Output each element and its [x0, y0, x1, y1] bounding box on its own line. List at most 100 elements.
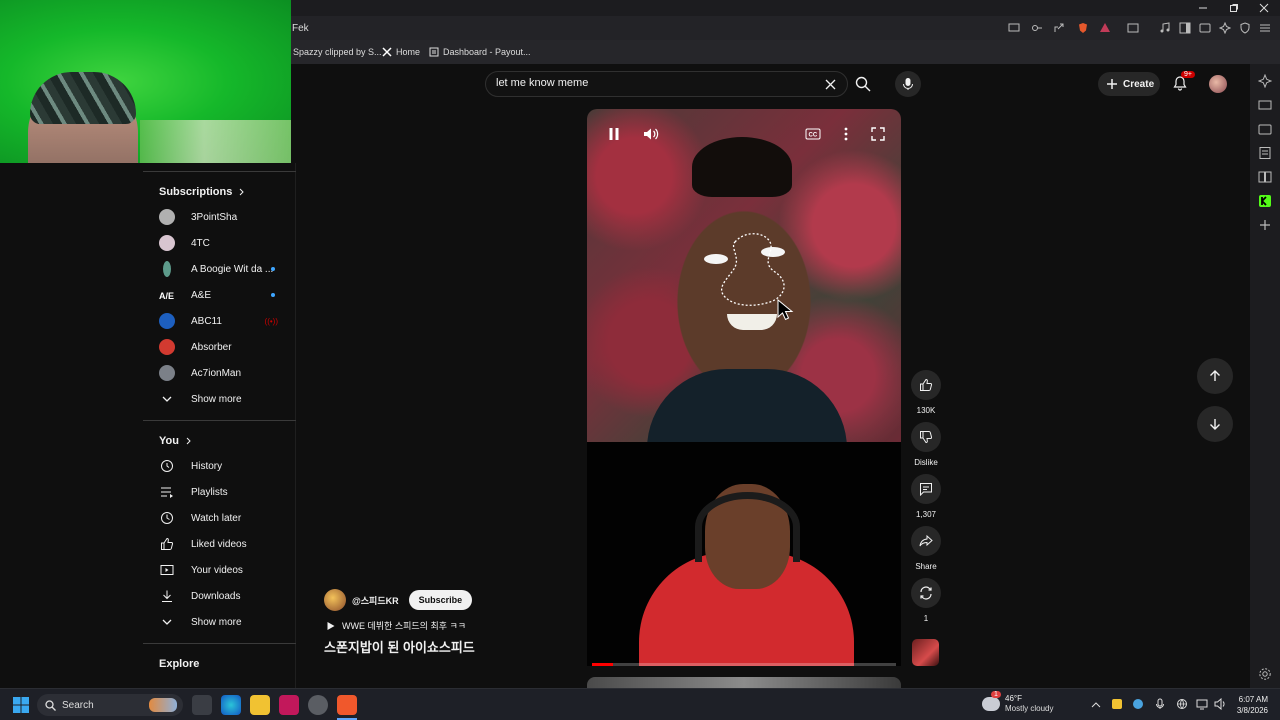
ae-logo-icon: A/E [159, 291, 174, 301]
fullscreen-button[interactable] [867, 123, 889, 145]
sidebar-channel-4tc[interactable]: 4TC [159, 230, 295, 256]
edge-browser-icon[interactable] [221, 695, 241, 715]
history-icon [161, 460, 173, 472]
notifications-button[interactable]: 9+ [1172, 71, 1195, 93]
windows-start-icon[interactable] [13, 697, 29, 713]
weather-widget[interactable]: 1 46°F Mostly cloudy [982, 691, 1054, 714]
restore-icon[interactable] [1229, 3, 1239, 13]
minimize-icon[interactable] [1198, 3, 1208, 13]
obs-icon[interactable] [308, 695, 328, 715]
you-header[interactable]: You [159, 435, 295, 447]
next-short-button[interactable] [1197, 406, 1233, 442]
reading-list-icon[interactable] [1258, 170, 1272, 184]
sidebar-channel-a-boogie[interactable]: A Boogie Wit da ... [159, 256, 295, 282]
sidebar-item-playlists[interactable]: Playlists [159, 479, 295, 505]
previous-short-button[interactable] [1197, 358, 1233, 394]
avatar[interactable] [1209, 75, 1227, 93]
sidebar-channel-3pointsha[interactable]: 3PointSha [159, 204, 295, 230]
kick-logo-icon[interactable] [1258, 194, 1272, 208]
video-progress-bar[interactable] [592, 663, 896, 666]
app-icon[interactable] [279, 695, 299, 715]
next-short-preview[interactable] [587, 677, 901, 688]
comments-button[interactable]: 1,307 [909, 474, 943, 519]
dislike-button[interactable]: Dislike [909, 422, 943, 467]
brave-rewards-icon[interactable] [1099, 22, 1111, 34]
bookmark-item[interactable]: Spazzy clipped by S... [293, 47, 382, 57]
weather-desc: Mostly cloudy [1005, 704, 1054, 713]
music-icon[interactable] [1159, 22, 1171, 34]
channel-handle[interactable]: @스피드KR [352, 594, 399, 607]
brave-shield-icon[interactable] [1077, 22, 1089, 34]
cast-icon[interactable] [1008, 22, 1020, 34]
leo-ai-icon[interactable] [1219, 22, 1231, 34]
tray-app-icon[interactable] [1133, 699, 1143, 709]
chevron-down-icon [162, 619, 172, 625]
more-options-button[interactable] [835, 123, 857, 145]
shorts-video-player[interactable]: CC [587, 109, 901, 666]
sidebar-channel-ae[interactable]: A/E A&E [159, 282, 295, 308]
taskbar-search[interactable]: Search [37, 694, 183, 716]
menu-icon[interactable] [1259, 22, 1271, 34]
create-button[interactable]: Create [1098, 72, 1160, 96]
sidebar-item-history[interactable]: History [159, 453, 295, 479]
like-button[interactable]: 130K [909, 370, 943, 415]
tab-title[interactable]: Fek [292, 23, 309, 34]
network-icon[interactable] [1176, 698, 1188, 710]
microphone-icon[interactable] [1155, 698, 1165, 710]
voice-search-button[interactable] [895, 71, 921, 97]
share-page-icon[interactable] [1053, 22, 1065, 34]
chevron-down-icon [162, 396, 172, 402]
speaker-icon[interactable] [1214, 698, 1227, 710]
clear-search-icon[interactable] [825, 79, 836, 90]
subscriptions-show-more[interactable]: Show more [159, 386, 295, 412]
sidebar-item-downloads[interactable]: Downloads [159, 583, 295, 609]
leo-ai-icon[interactable] [1258, 74, 1272, 88]
bookmark-label: Dashboard - Payout... [443, 47, 531, 57]
show-more-label: Show more [191, 393, 242, 405]
wallet-icon[interactable] [1258, 122, 1272, 136]
share-button[interactable]: Share [909, 526, 943, 571]
bookmark-item[interactable]: Dashboard - Payout... [429, 47, 531, 57]
explore-header[interactable]: Explore [159, 658, 295, 670]
pause-button[interactable] [603, 123, 625, 145]
subscriptions-title: Subscriptions [159, 186, 233, 198]
volume-button[interactable] [640, 123, 662, 145]
avatar [159, 209, 175, 225]
tab-search-icon[interactable] [1127, 22, 1139, 34]
bookmark-icon[interactable] [1258, 146, 1272, 160]
short-music-row[interactable]: WWE 데뷔한 스피드의 최후 ㅋㅋ [326, 619, 466, 632]
vpn-shield-icon[interactable] [1239, 22, 1251, 34]
channel-name: A&E [191, 289, 212, 301]
sidebar-item-watch-later[interactable]: Watch later [159, 505, 295, 531]
wallet-icon[interactable] [1199, 22, 1211, 34]
captions-button[interactable]: CC [802, 123, 824, 145]
close-icon[interactable] [1259, 3, 1269, 13]
remix-button[interactable]: 1 [909, 578, 943, 623]
tv-icon[interactable] [1258, 98, 1272, 112]
add-panel-icon[interactable] [1258, 218, 1272, 232]
file-explorer-icon[interactable] [250, 695, 270, 715]
subscriptions-header[interactable]: Subscriptions [159, 186, 295, 198]
you-show-more[interactable]: Show more [159, 609, 295, 635]
task-view-icon[interactable] [192, 695, 212, 715]
chevron-up-icon[interactable] [1091, 700, 1101, 710]
tray-app-icon[interactable] [1112, 699, 1122, 709]
settings-gear-icon[interactable] [1258, 667, 1272, 681]
sidebar-channel-ac7ionman[interactable]: Ac7ionMan [159, 360, 295, 386]
key-icon[interactable] [1031, 22, 1043, 34]
search-input[interactable] [496, 77, 816, 89]
sidebar-item-liked-videos[interactable]: Liked videos [159, 531, 295, 557]
sidebar-channel-absorber[interactable]: Absorber [159, 334, 295, 360]
channel-name: 4TC [191, 237, 210, 249]
sidebar-toggle-icon[interactable] [1179, 22, 1191, 34]
sidebar-item-your-videos[interactable]: Your videos [159, 557, 295, 583]
sound-thumbnail[interactable] [912, 639, 939, 666]
taskbar-clock[interactable]: 6:07 AM 3/8/2026 [1234, 694, 1268, 716]
subscribe-button[interactable]: Subscribe [408, 590, 473, 610]
sidebar-channel-abc11[interactable]: ABC11 ((•)) [159, 308, 295, 334]
search-icon[interactable] [855, 76, 871, 92]
channel-avatar[interactable] [324, 589, 346, 611]
bookmark-item[interactable]: Home [382, 47, 420, 57]
brave-browser-icon[interactable] [337, 695, 357, 715]
display-icon[interactable] [1196, 698, 1208, 710]
